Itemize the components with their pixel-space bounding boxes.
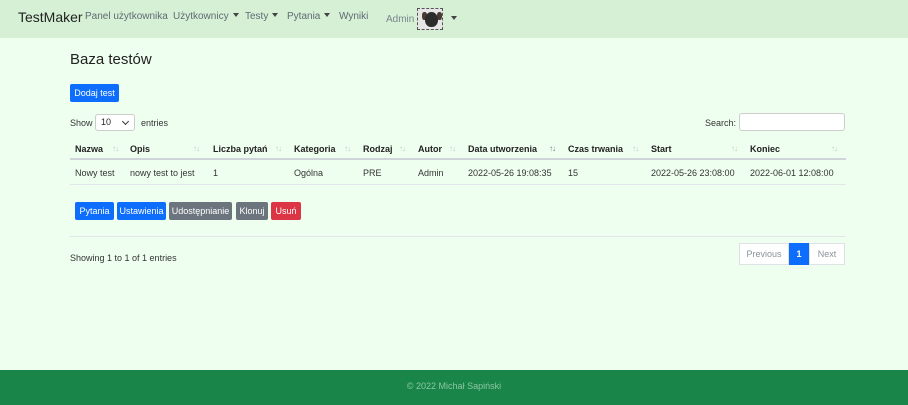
user-menu-caret-icon[interactable] [451,16,457,20]
row-divider [70,184,846,185]
nav-label: Pytania [287,11,321,22]
column-header-data-utworzenia[interactable]: Data utworzenia [468,144,537,154]
search-label: Search: [705,118,737,128]
cell-start: 2022-05-26 23:08:00 [651,168,735,178]
sort-icon: ↑↓ [632,144,639,153]
nav-wyniki[interactable]: Wyniki [339,11,368,22]
dog-avatar-icon [425,12,438,27]
table-info: Showing 1 to 1 of 1 entries [70,253,177,263]
cell-rodzaj: PRE [363,168,382,178]
column-header-czas-trwania[interactable]: Czas trwania [568,144,623,154]
sort-icon: ↑↓ [731,144,738,153]
caret-down-icon [324,13,331,17]
cell-kategoria: Ogólna [294,168,324,178]
sort-active-icon: ↑↓ [549,144,556,153]
sort-icon: ↑↓ [112,144,119,153]
page-1-button[interactable]: 1 [789,243,809,265]
avatar[interactable] [417,8,443,30]
next-page-button[interactable]: Next [809,243,845,265]
navbar: TestMaker Panel użytkownika Użytkownicy … [0,0,908,38]
column-header-liczba-pytan[interactable]: Liczba pytań [213,144,268,154]
column-header-koniec[interactable]: Koniec [750,144,780,154]
page-length-select[interactable]: 10 [95,114,135,131]
column-header-autor[interactable]: Autor [418,144,442,154]
cell-koniec: 2022-06-01 12:08:00 [750,168,834,178]
brand-link[interactable]: TestMaker [18,9,83,25]
cell-opis: nowy test to jest [130,168,195,178]
sort-icon: ↑↓ [831,144,838,153]
caret-down-icon [232,13,239,17]
column-header-opis[interactable]: Opis [130,144,150,154]
nav-pytania-dropdown[interactable]: Pytania [287,11,331,22]
column-header-rodzaj[interactable]: Rodzaj [363,144,393,154]
previous-page-button[interactable]: Previous [739,243,789,265]
add-test-button[interactable]: Dodaj test [70,84,119,102]
nav-label: Panel użytkownika [85,11,168,22]
nav-label: Wyniki [339,11,369,22]
cell-czas-trwania: 15 [568,168,579,178]
sort-icon: ↑↓ [399,144,406,153]
cell-liczba-pytan: 1 [213,168,219,178]
footer: © 2022 Michał Sapiński [0,370,908,405]
nav-label: Użytkownicy [173,11,229,22]
sort-icon: ↑↓ [275,144,282,153]
sort-icon: ↑↓ [449,144,456,153]
questions-button[interactable]: Pytania [75,202,114,220]
nav-label: Testy [245,11,269,22]
search-input[interactable] [739,113,845,131]
share-button[interactable]: Udostępnianie [169,202,232,220]
column-header-kategoria[interactable]: Kategoria [294,144,336,154]
sort-icon: ↑↓ [193,144,200,153]
footer-copyright: © 2022 Michał Sapiński [406,381,502,391]
column-header-start[interactable]: Start [651,144,672,154]
divider [70,236,846,237]
nav-panel-uzytkownika[interactable]: Panel użytkownika [85,11,168,22]
cell-nazwa: Nowy test [75,168,115,178]
cell-data-utworzenia: 2022-05-26 19:08:35 [468,168,552,178]
page-title: Baza testów [70,51,152,68]
nav-testy-dropdown[interactable]: Testy [245,11,279,22]
clone-button[interactable]: Klonuj [236,202,268,220]
show-label: Show [70,118,93,128]
user-name[interactable]: Admin [386,14,414,25]
nav-uzytkownicy-dropdown[interactable]: Użytkownicy [173,11,239,22]
settings-button[interactable]: Ustawienia [117,202,166,220]
cell-autor: Admin [418,168,444,178]
sort-icon: ↑↓ [344,144,351,153]
column-header-nazwa[interactable]: Nazwa [75,144,103,154]
page-length-value: 10 [101,117,112,127]
entries-label: entries [141,118,169,128]
chevron-down-icon [121,117,130,126]
caret-down-icon [272,13,279,17]
table-header-divider [70,158,846,160]
delete-button[interactable]: Usuń [271,202,301,220]
